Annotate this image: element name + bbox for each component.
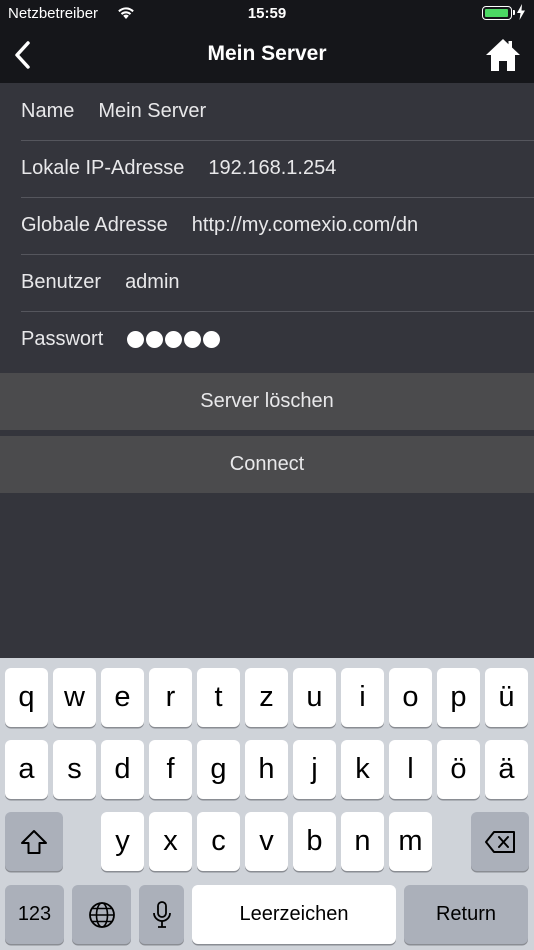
key-m[interactable]: m [389,812,432,871]
key-s[interactable]: s [53,740,96,799]
key-h[interactable]: h [245,740,288,799]
user-row[interactable]: Benutzer admin [0,254,534,312]
dictation-key[interactable] [139,885,184,944]
return-key[interactable]: Return [404,885,528,944]
home-icon [486,39,520,71]
numbers-key[interactable]: 123 [5,885,64,944]
key-i[interactable]: i [341,668,384,727]
key-y[interactable]: y [101,812,144,871]
status-bar: Netzbetreiber 15:59 [0,0,534,28]
key-o-umlaut[interactable]: ö [437,740,480,799]
key-a-umlaut[interactable]: ä [485,740,528,799]
navigation-bar: Mein Server [0,28,534,83]
delete-server-button[interactable]: Server löschen [0,373,534,430]
key-a[interactable]: a [5,740,48,799]
name-row[interactable]: Name Mein Server [0,83,534,141]
key-x[interactable]: x [149,812,192,871]
key-e[interactable]: e [101,668,144,727]
page-title: Mein Server [207,42,327,65]
home-button[interactable] [484,36,522,74]
user-field[interactable]: admin [125,271,179,294]
password-field[interactable] [127,330,221,348]
key-j[interactable]: j [293,740,336,799]
key-l[interactable]: l [389,740,432,799]
password-dot [127,330,145,348]
name-label: Name [21,99,75,122]
key-c[interactable]: c [197,812,240,871]
key-g[interactable]: g [197,740,240,799]
key-t[interactable]: t [197,668,240,727]
password-label: Passwort [21,327,104,350]
space-key[interactable]: Leerzeichen [192,885,396,944]
key-b[interactable]: b [293,812,336,871]
globe-key[interactable] [72,885,131,944]
backspace-icon [485,830,515,853]
key-f[interactable]: f [149,740,192,799]
local-ip-field[interactable]: 192.168.1.254 [208,157,336,180]
password-dot [184,330,202,348]
key-o[interactable]: o [389,668,432,727]
user-label: Benutzer [21,270,102,293]
shift-key[interactable] [5,812,63,871]
server-form: Name Mein Server Lokale IP-Adresse 192.1… [0,83,534,368]
key-k[interactable]: k [341,740,384,799]
local-ip-label: Lokale IP-Adresse [21,156,185,179]
key-u[interactable]: u [293,668,336,727]
battery-icon [482,6,515,20]
keyboard: q w e r t z u i o p ü a s d f g h j k l … [0,658,534,950]
connect-button[interactable]: Connect [0,436,534,493]
password-row[interactable]: Passwort [0,311,534,368]
key-n[interactable]: n [341,812,384,871]
microphone-icon [152,900,171,928]
password-dot [165,330,183,348]
global-address-row[interactable]: Globale Adresse http://my.comexio.com/dn [0,197,534,255]
globe-icon [88,901,115,928]
backspace-key[interactable] [471,812,529,871]
global-address-label: Globale Adresse [21,213,168,236]
password-dot [203,330,221,348]
key-d[interactable]: d [101,740,144,799]
global-address-field[interactable]: http://my.comexio.com/dn [192,214,418,237]
key-r[interactable]: r [149,668,192,727]
charging-icon [516,4,526,24]
key-z[interactable]: z [245,668,288,727]
key-v[interactable]: v [245,812,288,871]
password-dot [146,330,164,348]
local-ip-row[interactable]: Lokale IP-Adresse 192.168.1.254 [0,140,534,198]
key-w[interactable]: w [53,668,96,727]
shift-icon [21,829,47,854]
key-p[interactable]: p [437,668,480,727]
key-q[interactable]: q [5,668,48,727]
clock: 15:59 [247,5,287,22]
key-u-umlaut[interactable]: ü [485,668,528,727]
name-field[interactable]: Mein Server [98,100,206,123]
